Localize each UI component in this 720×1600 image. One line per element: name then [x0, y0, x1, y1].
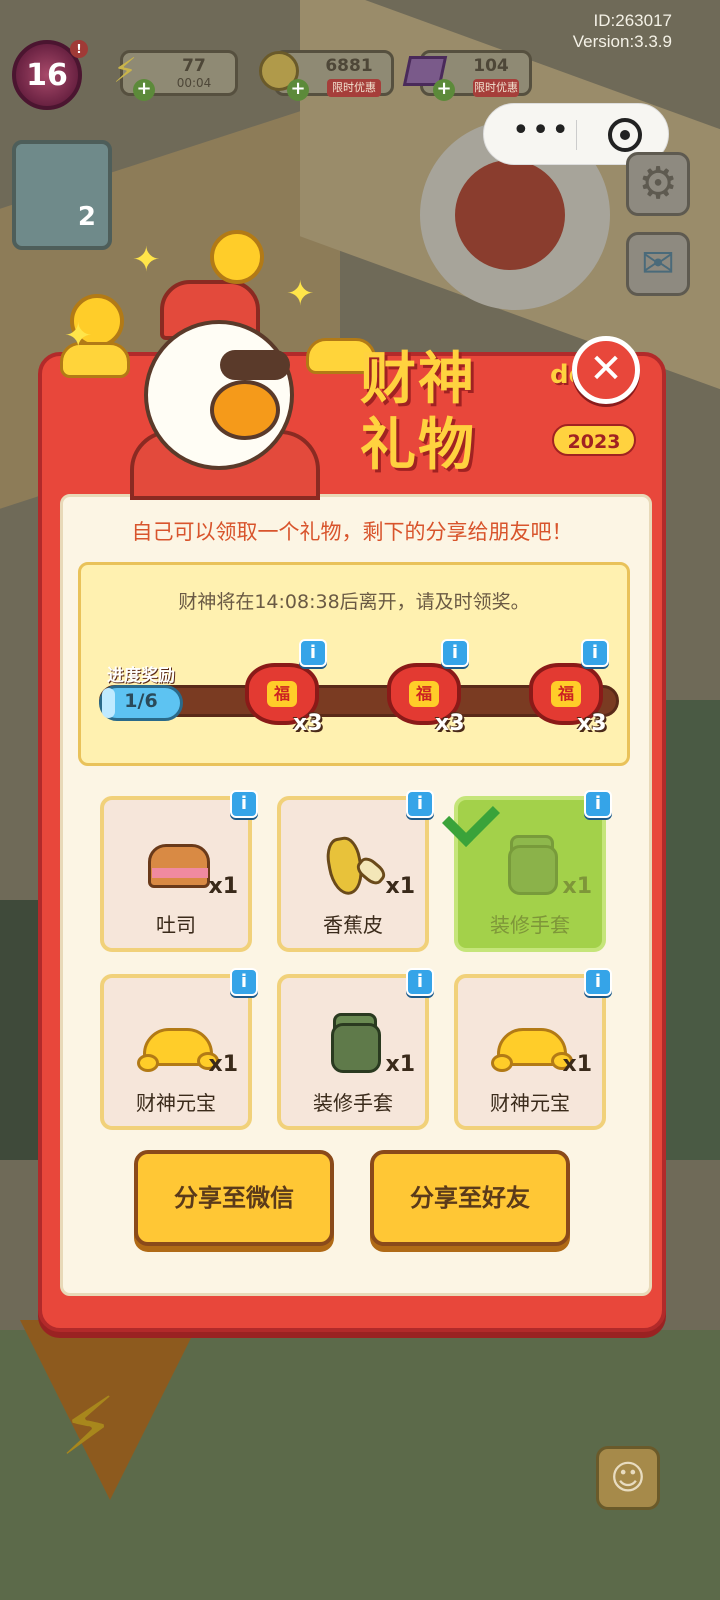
share-to-friends-button[interactable]: 分享至好友: [370, 1150, 570, 1246]
coin-icon: [210, 230, 264, 284]
ghost-icon: ☺: [610, 1458, 646, 1498]
add-gems-icon[interactable]: +: [433, 79, 455, 101]
energy-timer: 00:04: [176, 76, 212, 90]
reward-quantity: x3: [293, 711, 323, 736]
info-icon[interactable]: i: [581, 639, 609, 667]
task-count: 2: [77, 202, 96, 232]
level-alert-icon: !: [70, 40, 88, 58]
gift-quantity: x1: [385, 1052, 416, 1077]
countdown-text: 财神将在14:08:38后离开，请及时领奖。: [178, 591, 530, 613]
god-of-wealth-mascot: ✦ ✦ ✦: [60, 230, 376, 500]
year-badge: 2023: [552, 424, 636, 456]
gift-quantity: x1: [208, 874, 239, 899]
info-icon[interactable]: i: [584, 968, 612, 996]
info-icon[interactable]: i: [406, 790, 434, 818]
info-icon[interactable]: i: [299, 639, 327, 667]
gem-resource[interactable]: + 104 限时优惠: [402, 50, 532, 101]
close-miniprogram-icon[interactable]: [608, 118, 642, 152]
progress-panel: 财神将在14:08:38后离开，请及时领奖。 进度奖励 1/6 福 x3 i 福…: [78, 562, 630, 766]
sparkle-icon: ✦: [286, 274, 315, 314]
version-text: Version:3.3.9: [572, 32, 672, 51]
ghost-button[interactable]: ☺: [596, 1446, 660, 1510]
mail-button[interactable]: ✉: [626, 232, 690, 296]
gift-quantity: x1: [562, 874, 593, 899]
reward-quantity: x3: [577, 711, 607, 736]
coin-resource[interactable]: + 6881 限时优惠: [259, 50, 394, 101]
reward-quantity: x3: [435, 711, 465, 736]
info-icon[interactable]: i: [406, 968, 434, 996]
info-icon[interactable]: i: [584, 790, 612, 818]
checkmark-icon: [448, 786, 518, 836]
close-button[interactable]: ✕: [572, 336, 640, 404]
gift-name: 装修手套: [490, 913, 570, 937]
info-icon[interactable]: i: [230, 790, 258, 818]
gift-name: 吐司: [156, 913, 196, 937]
sparkle-icon: ✦: [64, 316, 93, 356]
gear-icon: ⚙: [638, 158, 678, 209]
energy-value: 77: [182, 56, 206, 76]
progress-count: 1/6: [124, 690, 158, 712]
gift-quantity: x1: [208, 1052, 239, 1077]
gift-card-glove[interactable]: x1 装修手套: [277, 974, 429, 1130]
gift-card-banana-peel[interactable]: x1 香蕉皮: [277, 796, 429, 952]
coin-value: 6881: [325, 56, 373, 76]
coin-sale-tag: 限时优惠: [327, 79, 381, 97]
gift-name: 财神元宝: [490, 1091, 570, 1115]
envelope-icon: ✉: [641, 241, 675, 287]
gem-sale-tag: 限时优惠: [473, 79, 519, 97]
gift-name: 香蕉皮: [323, 913, 383, 937]
user-id: ID:263017: [593, 11, 672, 30]
gift-card-gold-ingot-2[interactable]: x1 财神元宝: [454, 974, 606, 1130]
energy-resource[interactable]: ⚡ + 77 00:04: [113, 50, 238, 101]
gift-name: 装修手套: [313, 1091, 393, 1115]
lightning-icon: ⚡: [60, 1380, 117, 1473]
gift-name: 财神元宝: [136, 1091, 216, 1115]
share-to-wechat-button[interactable]: 分享至微信: [134, 1150, 334, 1246]
sparkle-icon: ✦: [132, 240, 161, 280]
settings-gear-button[interactable]: ⚙: [626, 152, 690, 216]
level-number: 16: [26, 57, 68, 93]
gift-card-gold-ingot[interactable]: x1 财神元宝: [100, 974, 252, 1130]
gift-quantity: x1: [562, 1052, 593, 1077]
add-coins-icon[interactable]: +: [287, 79, 309, 101]
more-options-icon[interactable]: •••: [512, 116, 571, 146]
add-energy-icon[interactable]: +: [133, 79, 155, 101]
info-icon[interactable]: i: [230, 968, 258, 996]
title-line-2: 礼物: [360, 413, 476, 478]
progress-label: 进度奖励: [107, 666, 175, 686]
gift-quantity: x1: [385, 874, 416, 899]
build-info: ID:263017 Version:3.3.9: [573, 10, 672, 52]
instruction-text: 自己可以领取一个礼物，剩下的分享给朋友吧！: [131, 520, 573, 544]
gift-card-toast[interactable]: x1 吐司: [100, 796, 252, 952]
gem-value: 104: [473, 56, 509, 76]
info-icon[interactable]: i: [441, 639, 469, 667]
